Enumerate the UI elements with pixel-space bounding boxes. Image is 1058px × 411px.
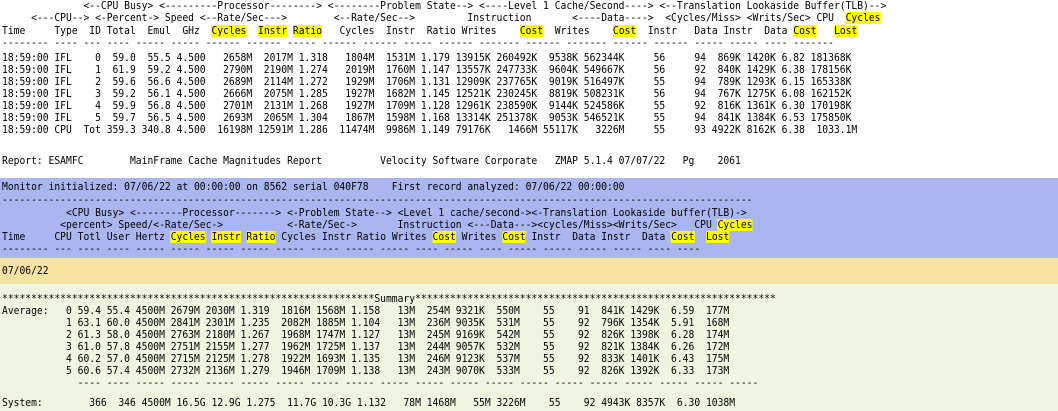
- column-header-line: <CPU Busy> <--------Processor-------> <-…: [2, 208, 747, 219]
- table-row: 18:59:00 IFL 4 59.9 56.8 4.500 2701M 213…: [2, 100, 852, 112]
- highlighted-column-header: Instr: [211, 231, 241, 243]
- table-row: 18:59:00 IFL 3 59.2 56.1 4.500 2666M 207…: [2, 88, 852, 100]
- summary-row: Average: 0 59.4 55.4 4500M 2679M 2030M 1…: [2, 305, 730, 317]
- summary-row: 5 60.6 57.4 4500M 2732M 2136M 1.279 1946…: [2, 365, 730, 377]
- header-text: ----------------------------------------…: [2, 194, 753, 206]
- highlighted-column-header: Cycles: [170, 231, 206, 243]
- header-text: [241, 231, 247, 243]
- highlighted-column-header: Cost: [432, 231, 456, 243]
- per-processor-table: <--CPU Busy> <---------Processor--------…: [0, 0, 1058, 144]
- highlighted-column-header: Cost: [793, 25, 817, 37]
- header-text: [694, 231, 706, 243]
- highlighted-column-header: Lost: [834, 25, 858, 37]
- report-title-line: Report: ESAMFC MainFrame Cache Magnitude…: [2, 155, 741, 167]
- header-text: <CPU Busy> <--------Processor-------> <-…: [2, 207, 747, 219]
- header-text: Writes: [543, 25, 613, 37]
- summary-section: ****************************************…: [0, 284, 1058, 411]
- table-row-total: 18:59:00 CPU Tot 359.3 340.8 4.500 16198…: [2, 124, 858, 136]
- table-header-line: <---CPU--> <-Percent-> Speed <--Rate/Sec…: [2, 12, 881, 24]
- highlighted-column-header: Cycles: [845, 12, 881, 24]
- summary-row: 1 63.1 60.0 4500M 2841M 2301M 1.235 2082…: [2, 317, 730, 329]
- header-text: Instr Data Instr Data: [525, 231, 672, 243]
- header-text: Cycles Instr Ratio Writes: [275, 231, 433, 243]
- highlighted-column-header: Cost: [671, 231, 695, 243]
- highlighted-column-header: Cost: [612, 25, 637, 37]
- table-header-rule: -------- ---- --- ---- ----- ----- -----…: [2, 38, 834, 49]
- system-total-row: System: 366 346 4500M 16.5G 12.9G 1.275 …: [2, 397, 736, 409]
- highlighted-column-header: Instr: [258, 25, 288, 37]
- header-text: [246, 25, 258, 37]
- highlighted-column-header: Ratio: [292, 25, 323, 37]
- summary-header: Monitor initialized: 07/06/22 at 00:00:0…: [0, 178, 1058, 258]
- summary-row: 2 61.3 58.0 4500M 2763M 2180M 1.267 1968…: [2, 329, 730, 341]
- header-text: -------- ---- --- ---- ----- ----- -----…: [2, 37, 834, 49]
- table-row: 18:59:00 IFL 2 59.6 56.6 4.500 2689M 211…: [2, 76, 852, 88]
- highlighted-column-header: Lost: [706, 231, 730, 243]
- highlighted-column-header: Ratio: [246, 231, 276, 243]
- summary-row: 3 61.0 57.8 4500M 2751M 2155M 1.277 1962…: [2, 341, 730, 353]
- header-text: [287, 25, 293, 37]
- header-text: [817, 25, 834, 37]
- highlighted-column-header: Cost: [519, 25, 544, 37]
- header-text: <--CPU Busy> <---------Processor--------…: [2, 0, 887, 12]
- monitor-info-line: Monitor initialized: 07/06/22 at 00:00:0…: [2, 181, 625, 193]
- table-row: 18:59:00 IFL 0 59.0 55.5 4.500 2658M 201…: [2, 52, 852, 64]
- header-text: <---CPU--> <-Percent-> Speed <--Rate/Sec…: [2, 12, 846, 24]
- report-header: Report: ESAMFC MainFrame Cache Magnitude…: [0, 144, 1058, 178]
- column-header-line: Time CPU Totl User Hertz Cycles Instr Ra…: [2, 231, 730, 243]
- header-text: <percent> Speed/<-Rate/Sec-> <-Rate/Sec-…: [2, 219, 718, 231]
- header-text: Time CPU Totl User Hertz: [2, 231, 171, 243]
- summary-row: 4 60.2 57.0 4500M 2715M 2125M 1.278 1922…: [2, 353, 730, 365]
- highlighted-column-header: Cost: [502, 231, 526, 243]
- date-row: 07/06/22: [0, 258, 1058, 284]
- header-text: Instr Data Instr Data: [636, 25, 794, 37]
- header-rule: ----------------------------------------…: [2, 195, 752, 206]
- header-text: -------- --- ---- ---- ----- ----- -----…: [2, 243, 701, 255]
- table-row: 18:59:00 IFL 1 61.9 59.2 4.500 2790M 219…: [2, 64, 852, 76]
- header-text: Cycles Instr Ratio Writes: [322, 25, 520, 37]
- summary-banner: ****************************************…: [2, 293, 776, 305]
- column-header-line: <percent> Speed/<-Rate/Sec-> <-Rate/Sec-…: [2, 219, 753, 231]
- table-header-line: Time Type ID Total Emul GHz Cycles Instr…: [2, 25, 858, 37]
- header-text: Writes: [455, 231, 503, 243]
- highlighted-column-header: Cycles: [717, 219, 753, 231]
- column-header-rule: -------- --- ---- ---- ----- ----- -----…: [2, 244, 700, 255]
- highlighted-column-header: Cycles: [211, 25, 247, 37]
- header-text: Time Type ID Total Emul GHz: [2, 25, 212, 37]
- table-header-line: <--CPU Busy> <---------Processor--------…: [2, 1, 886, 12]
- summary-separator: ---- ---- ----- ----- ----- ----- ----- …: [2, 377, 759, 389]
- table-row: 18:59:00 IFL 5 59.7 56.5 4.500 2693M 206…: [2, 112, 852, 124]
- date-label: 07/06/22: [2, 265, 49, 277]
